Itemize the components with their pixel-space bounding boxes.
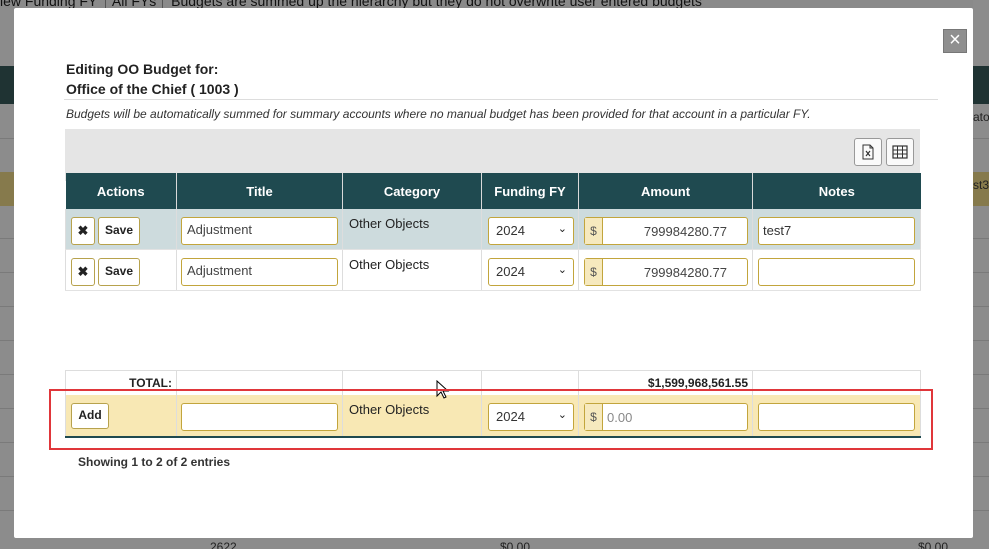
background-cell-text: ato- <box>973 110 989 124</box>
funding-fy-filter-select[interactable]: All FYs <box>104 0 164 8</box>
chevron-down-icon: ⌄ <box>557 264 567 276</box>
column-header-notes[interactable]: Notes <box>752 173 921 209</box>
funding-fy-select[interactable]: 2024 ⌄ <box>488 217 574 245</box>
background-table-header <box>973 66 989 104</box>
edit-budget-modal: × Editing OO Budget for: Office of the C… <box>14 8 973 538</box>
background-note: Budgets are summed up the hierarchy but … <box>171 0 702 8</box>
excel-export-icon <box>862 144 874 160</box>
title-input[interactable]: Adjustment <box>181 217 338 245</box>
background-cell-text: $0.00 <box>500 540 531 549</box>
funding-fy-value: 2024 <box>496 223 525 238</box>
amount-input[interactable]: $799984280.77 <box>584 217 748 245</box>
new-category-text: Other Objects <box>349 402 430 417</box>
notes-input[interactable] <box>758 258 915 286</box>
new-amount-input[interactable]: $0.00 <box>584 403 748 431</box>
notes-input[interactable]: test7 <box>758 217 915 245</box>
table-row: ✖ Save Adjustment Other Objects 2024 ⌄ $7… <box>65 209 921 250</box>
amount-value: 799984280.77 <box>643 265 727 280</box>
title-divider <box>64 99 938 100</box>
background-header-text: iew Funding FY All FYs Budgets are summe… <box>0 0 702 8</box>
column-visibility-button[interactable] <box>886 138 914 166</box>
chevron-down-icon: ⌄ <box>557 409 567 421</box>
currency-addon: $ <box>585 404 603 430</box>
totals-footer: TOTAL: $1,599,968,561.55 Add Other Objec… <box>65 370 921 438</box>
table-row: ✖ Save Adjustment Other Objects 2024 ⌄ $7… <box>65 249 921 291</box>
amount-placeholder: 0.00 <box>607 410 633 425</box>
close-modal-button[interactable]: × <box>943 29 967 53</box>
budget-table: Actions Title Category Funding FY Amount… <box>65 173 921 291</box>
new-title-input[interactable] <box>181 403 338 431</box>
export-excel-button[interactable] <box>854 138 882 166</box>
background-right-edge: ato- st3 <box>973 0 989 549</box>
currency-addon: $ <box>585 259 603 285</box>
background-header: iew Funding FY All FYs Budgets are summe… <box>0 0 989 8</box>
save-row-button[interactable]: Save <box>98 258 140 286</box>
table-header-row: Actions Title Category Funding FY Amount… <box>65 173 921 209</box>
pagination-info: Showing 1 to 2 of 2 entries <box>78 455 231 469</box>
currency-addon: $ <box>585 218 603 244</box>
column-header-actions[interactable]: Actions <box>65 173 177 209</box>
modal-title: Editing OO Budget for: <box>66 61 219 77</box>
add-row: Add Other Objects 2024 ⌄ $0.00 <box>65 395 921 438</box>
category-text: Other Objects <box>349 257 430 272</box>
background-bottom-row: 2622 $0.00 $0.00 <box>0 538 989 549</box>
total-label: TOTAL: <box>65 370 177 395</box>
funding-fy-filter-label: iew Funding FY <box>0 0 98 8</box>
delete-row-button[interactable]: ✖ <box>71 258 95 286</box>
total-row: TOTAL: $1,599,968,561.55 <box>65 370 921 395</box>
delete-row-button[interactable]: ✖ <box>71 217 95 245</box>
funding-fy-value: 2024 <box>496 409 525 424</box>
column-header-category[interactable]: Category <box>342 173 482 209</box>
table-columns-icon <box>892 145 908 159</box>
modal-subtitle: Office of the Chief ( 1003 ) <box>66 81 239 97</box>
mouse-cursor-icon <box>436 379 450 403</box>
funding-fy-select[interactable]: 2024 ⌄ <box>488 258 574 286</box>
column-header-title[interactable]: Title <box>176 173 343 209</box>
amount-value: 799984280.77 <box>643 224 727 239</box>
background-cell-text: st3 <box>973 178 989 192</box>
summary-note: Budgets will be automatically summed for… <box>66 107 811 121</box>
new-notes-input[interactable] <box>758 403 915 431</box>
column-header-amount[interactable]: Amount <box>578 173 753 209</box>
funding-fy-value: 2024 <box>496 264 525 279</box>
amount-input[interactable]: $799984280.77 <box>584 258 748 286</box>
add-budget-button[interactable]: Add <box>71 403 109 429</box>
column-header-funding-fy[interactable]: Funding FY <box>481 173 579 209</box>
category-text: Other Objects <box>349 216 430 231</box>
total-amount: $1,599,968,561.55 <box>578 370 753 395</box>
background-cell-text: $0.00 <box>918 540 949 549</box>
title-input[interactable]: Adjustment <box>181 258 338 286</box>
background-cell-text: 2622 <box>210 540 237 549</box>
save-row-button[interactable]: Save <box>98 217 140 245</box>
chevron-down-icon: ⌄ <box>557 223 567 235</box>
new-funding-fy-select[interactable]: 2024 ⌄ <box>488 403 574 431</box>
